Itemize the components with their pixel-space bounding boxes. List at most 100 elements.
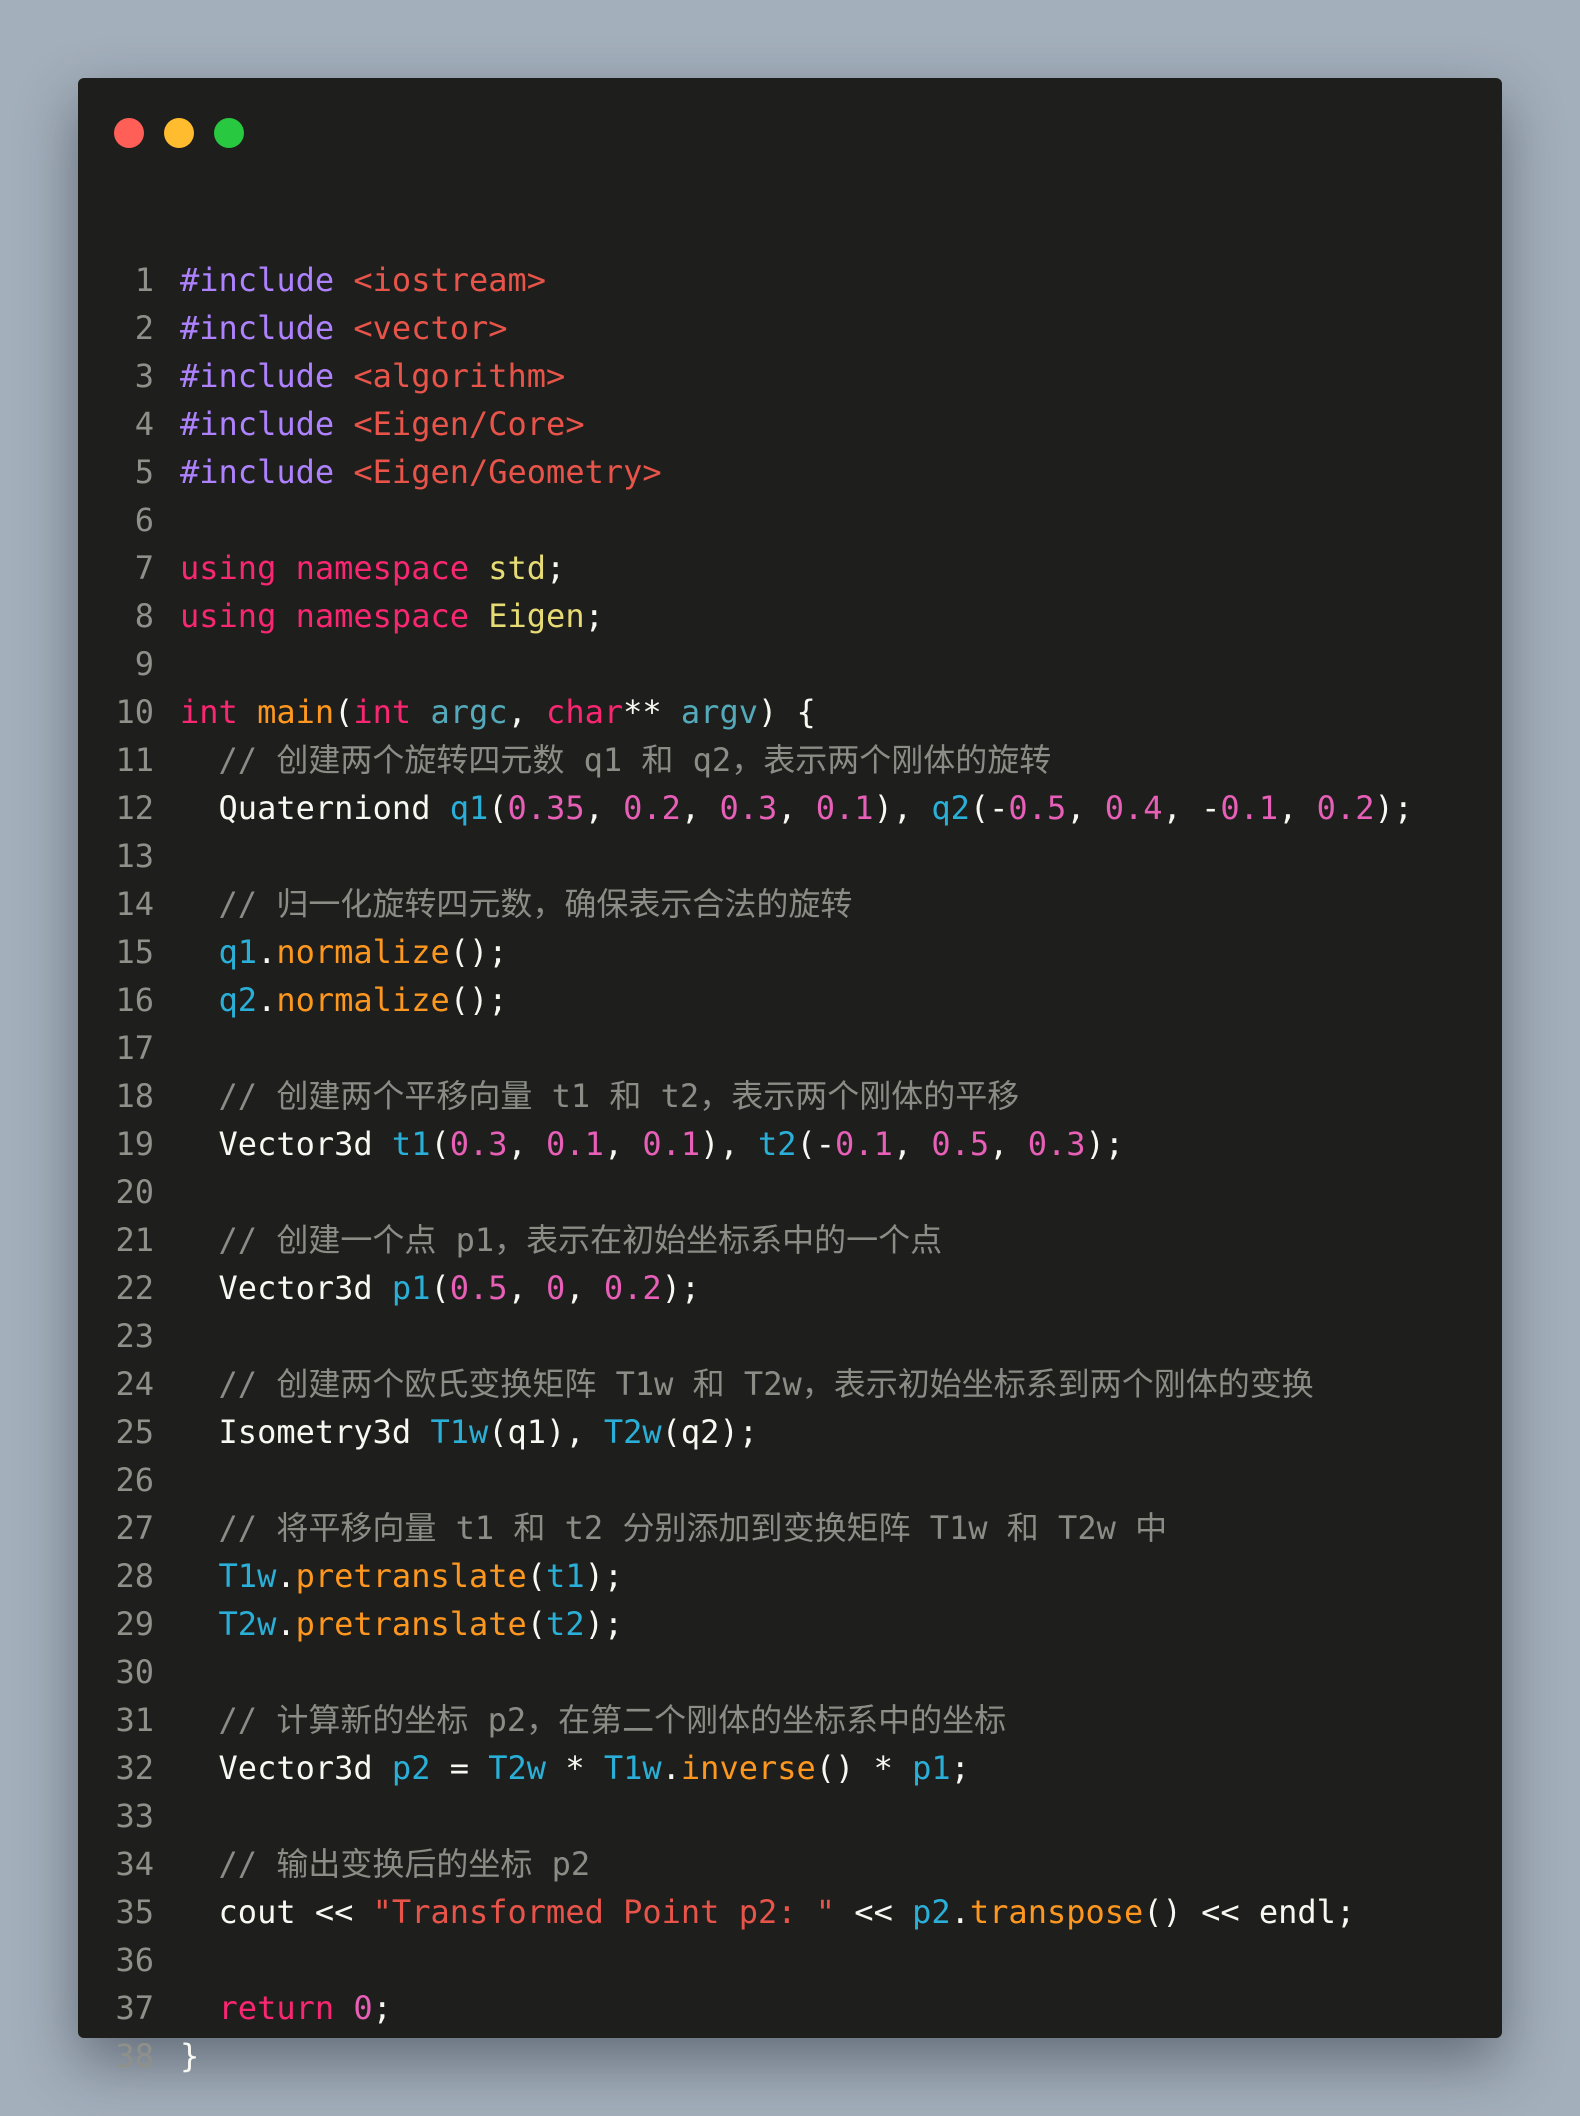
code-token-class: Isometry3d [218, 1413, 412, 1451]
code-token-plain: , [507, 693, 547, 731]
code-token-plain: ), [700, 1125, 758, 1163]
line-source: using namespace Eigen; [180, 592, 604, 640]
code-token-keyword: return [218, 1989, 335, 2027]
line-number: 7 [134, 549, 154, 587]
code-token-comment: // 创建两个平移向量 t1 和 t2，表示两个刚体的平移 [218, 1077, 1020, 1115]
code-token-num: 0.1 [1220, 789, 1279, 827]
code-token-plain: . [276, 1557, 296, 1595]
code-token-comment: // 输出变换后的坐标 p2 [218, 1845, 591, 1883]
code-token-var: T1w [430, 1413, 489, 1451]
line-source: // 创建两个欧氏变换矩阵 T1w 和 T2w，表示初始坐标系到两个刚体的变换 [180, 1360, 1314, 1408]
code-token-comment: // 创建两个旋转四元数 q1 和 q2，表示两个刚体的旋转 [218, 741, 1052, 779]
line-number: 17 [115, 1029, 154, 1067]
code-token-plain: = [430, 1749, 489, 1787]
line-number: 27 [115, 1509, 154, 1547]
close-window-icon[interactable] [114, 118, 144, 148]
line-source: // 创建两个平移向量 t1 和 t2，表示两个刚体的平移 [180, 1072, 1020, 1120]
code-token-var: p1 [912, 1749, 951, 1787]
code-token-num: 0.1 [815, 789, 874, 827]
line-number: 12 [115, 789, 154, 827]
line-number: 1 [134, 261, 154, 299]
code-token-comment: // 计算新的坐标 p2，在第二个刚体的坐标系中的坐标 [218, 1701, 1007, 1739]
code-token-var: T2w [603, 1413, 662, 1451]
code-token-plain: . [257, 933, 277, 971]
line-number: 35 [115, 1893, 154, 1931]
line-number: 33 [115, 1797, 154, 1835]
line-source: // 创建两个旋转四元数 q1 和 q2，表示两个刚体的旋转 [180, 736, 1052, 784]
line-source: #include <Eigen/Core> [180, 400, 585, 448]
code-token-plain: (); [449, 933, 508, 971]
code-token-plain: , - [1162, 789, 1221, 827]
code-token-var: t1 [391, 1125, 431, 1163]
code-token-plain: ( [430, 1125, 450, 1163]
code-token-plain: , [1066, 789, 1105, 827]
line-number: 36 [115, 1941, 154, 1979]
line-number: 9 [134, 645, 154, 683]
code-token-plain: << [835, 1893, 913, 1931]
minimize-window-icon[interactable] [164, 118, 194, 148]
code-window: 1 #include <iostream> 2 #include <vector> 3 #… [78, 78, 1502, 2075]
line-source: Vector3d p1(0.5, 0, 0.2); [180, 1264, 701, 1312]
code-token-plain: ); [584, 1605, 624, 1643]
line-number: 23 [115, 1317, 154, 1355]
code-token-plain: , [892, 1125, 932, 1163]
line-source: T2w.pretranslate(t2); [180, 1600, 624, 1648]
code-token-plain: ( [488, 789, 508, 827]
line-number: 32 [115, 1749, 154, 1787]
code-token-preproc: #include [180, 357, 335, 395]
line-number: 10 [115, 693, 154, 731]
maximize-window-icon[interactable] [214, 118, 244, 148]
code-token-class: Quaterniond [218, 789, 431, 827]
line-number: 22 [115, 1269, 154, 1307]
code-token-comment: // 将平移向量 t1 和 t2 分别添加到变换矩阵 T1w 和 T2w 中 [218, 1509, 1168, 1547]
line-source: Vector3d t1(0.3, 0.1, 0.1), t2(-0.1, 0.5… [180, 1120, 1124, 1168]
code-token-plain: ); [661, 1269, 701, 1307]
line-number: 6 [134, 501, 154, 539]
line-number: 25 [115, 1413, 154, 1451]
line-source: // 计算新的坐标 p2，在第二个刚体的坐标系中的坐标 [180, 1696, 1007, 1744]
line-number: 3 [134, 357, 154, 395]
code-token-var: p1 [391, 1269, 431, 1307]
code-token-var: t2 [757, 1125, 797, 1163]
code-token-header: <Eigen/Geometry> [353, 453, 662, 491]
code-token-keyword: namespace [295, 597, 469, 635]
code-token-plain: , [1278, 789, 1317, 827]
line-source: return 0; [180, 1984, 392, 2032]
line-source: #include <iostream> [180, 256, 546, 304]
code-token-num: 0.5 [449, 1269, 508, 1307]
code-token-var: t1 [546, 1557, 585, 1595]
code-token-var: q2 [931, 789, 970, 827]
code-token-plain: cout << [180, 1893, 373, 1931]
code-token-plain: ); [584, 1557, 624, 1595]
line-number: 4 [134, 405, 154, 443]
code-token-func: normalize [276, 933, 450, 971]
line-number: 30 [115, 1653, 154, 1691]
line-source: #include <algorithm> [180, 352, 565, 400]
code-token-num: 0.3 [719, 789, 778, 827]
code-token-plain: , [603, 1125, 643, 1163]
code-token-class: Vector3d [218, 1269, 373, 1307]
code-token-num: 0.1 [835, 1125, 893, 1163]
code-token-func: main [257, 693, 335, 731]
code-token-header: <algorithm> [353, 357, 566, 395]
line-number: 15 [115, 933, 154, 971]
code-token-num: 0.3 [1027, 1125, 1086, 1163]
code-token-plain: ** [623, 693, 681, 731]
line-source: } [180, 2032, 199, 2080]
code-token-string: "Transformed Point p2: " [372, 1893, 836, 1931]
code-token-func: inverse [680, 1749, 816, 1787]
code-token-plain: (q2); [661, 1413, 758, 1451]
line-number: 14 [115, 885, 154, 923]
line-number: 21 [115, 1221, 154, 1259]
line-source: // 创建一个点 p1，表示在初始坐标系中的一个点 [180, 1216, 943, 1264]
